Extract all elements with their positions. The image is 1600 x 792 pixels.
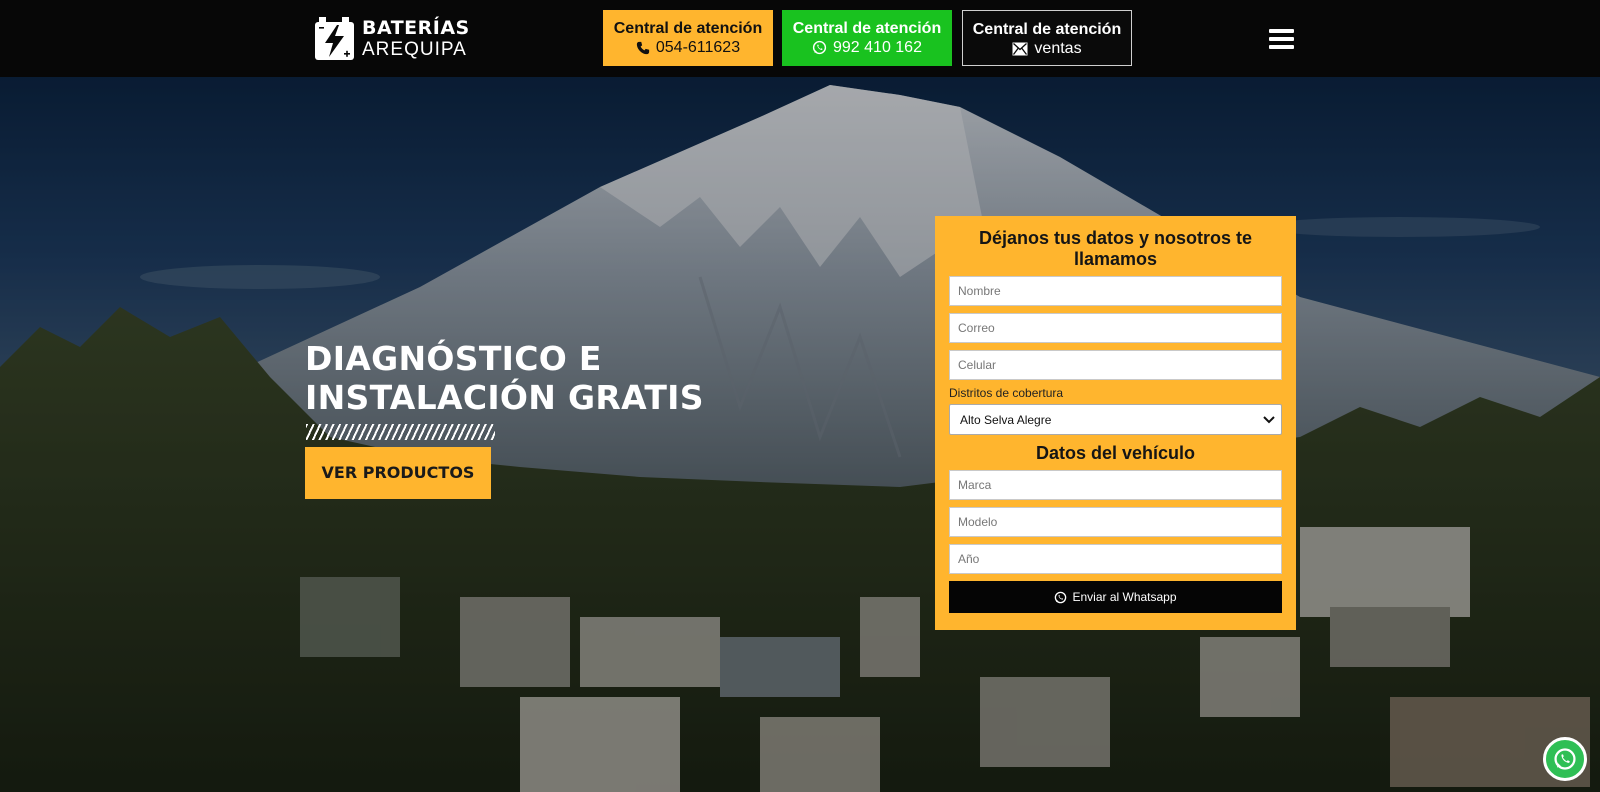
view-products-button[interactable]: VER PRODUCTOS	[305, 447, 491, 499]
district-select[interactable]: Alto Selva Alegre	[949, 404, 1282, 435]
send-whatsapp-label: Enviar al Whatsapp	[1072, 590, 1177, 604]
whatsapp-cta-title: Central de atención	[792, 20, 942, 37]
phone-icon	[636, 41, 649, 54]
mail-icon	[1012, 42, 1028, 55]
email-cta-value: ventas	[1034, 40, 1082, 57]
hero-section: DIAGNÓSTICO E INSTALACIÓN GRATIS VER PRO…	[0, 77, 1600, 792]
site-header: BATERÍAS AREQUIPA Central de atención 05…	[0, 0, 1600, 77]
phone-cta-button[interactable]: Central de atención 054-611623	[603, 10, 773, 66]
brand-name-line2: AREQUIPA	[362, 39, 467, 60]
district-label: Distritos de cobertura	[949, 386, 1064, 400]
email-cta-button[interactable]: Central de atención ventas	[962, 10, 1132, 66]
hero-dark-overlay	[0, 77, 1600, 792]
district-selected-value: Alto Selva Alegre	[960, 412, 1052, 427]
brand-name-line1: BATERÍAS	[362, 17, 470, 39]
whatsapp-icon	[1554, 748, 1576, 770]
whatsapp-icon	[812, 40, 827, 55]
battery-logo-icon	[314, 16, 356, 62]
vehicle-heading: Datos del vehículo	[1035, 443, 1196, 463]
email-cta-title: Central de atención	[972, 21, 1122, 38]
name-input[interactable]	[949, 276, 1282, 306]
send-whatsapp-button[interactable]: Enviar al Whatsapp	[949, 581, 1282, 613]
vehicle-year-input[interactable]	[949, 544, 1282, 574]
phone-input[interactable]	[949, 350, 1282, 380]
floating-whatsapp-button[interactable]	[1543, 737, 1587, 781]
whatsapp-cta-button[interactable]: Central de atención 992 410 162	[782, 10, 952, 66]
hamburger-icon[interactable]	[1269, 29, 1294, 49]
whatsapp-cta-number: 992 410 162	[833, 39, 922, 56]
whatsapp-icon	[1055, 591, 1067, 603]
hero-title: DIAGNÓSTICO E INSTALACIÓN GRATIS	[305, 339, 704, 417]
phone-cta-title: Central de atención	[613, 20, 763, 37]
vehicle-brand-input[interactable]	[949, 470, 1282, 500]
form-heading: Déjanos tus datos y nosotros te llamamos	[978, 228, 1253, 269]
hero-title-underline	[306, 424, 495, 440]
callback-form: Déjanos tus datos y nosotros te llamamos…	[935, 216, 1296, 630]
chevron-down-icon	[1263, 413, 1275, 427]
vehicle-model-input[interactable]	[949, 507, 1282, 537]
phone-cta-number: 054-611623	[655, 39, 741, 56]
brand-logo[interactable]: BATERÍAS AREQUIPA	[314, 15, 469, 63]
email-input[interactable]	[949, 313, 1282, 343]
